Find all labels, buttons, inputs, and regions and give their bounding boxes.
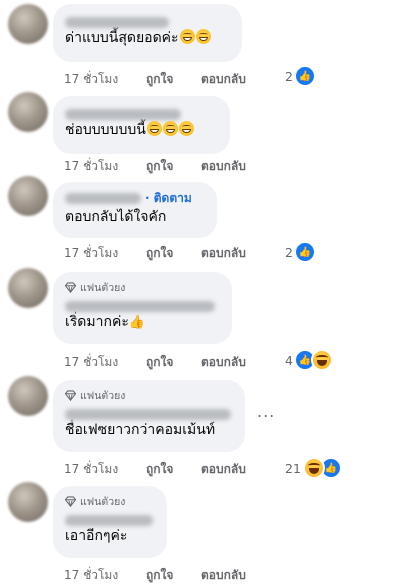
comment-text: ตอบกลับได้ใจคัก — [65, 209, 167, 225]
avatar[interactable] — [8, 376, 48, 416]
commenter-name-blurred[interactable] — [65, 409, 231, 420]
grin-emoji — [146, 121, 162, 136]
comment-bubble: ด่าแบบนี้สุดยอดค่ะ — [53, 4, 242, 62]
comment-actions: 17 ชั่วโมง ถูกใจ ตอบกลับ — [64, 566, 246, 585]
comment-text: ด่าแบบนี้สุดยอดค่ะ — [65, 28, 230, 48]
like-button[interactable]: ถูกใจ — [146, 460, 201, 479]
timestamp[interactable]: 17 ชั่วโมง — [64, 70, 146, 89]
grin-emoji — [179, 29, 195, 44]
top-fan-badge: แฟนตัวยง — [65, 494, 155, 508]
timestamp[interactable]: 17 ชั่วโมง — [64, 353, 146, 372]
comment-actions: 17 ชั่วโมง ถูกใจ ตอบกลับ — [64, 244, 246, 263]
badge-label: แฟนตัวยง — [80, 495, 126, 508]
more-options-button[interactable]: ... — [257, 402, 275, 421]
reply-button[interactable]: ตอบกลับ — [201, 353, 246, 372]
commenter-name-blurred[interactable] — [65, 109, 181, 120]
reaction-count: 4 — [285, 352, 293, 368]
reaction-count: 2 — [285, 244, 293, 260]
commenter-name-blurred[interactable] — [65, 515, 153, 526]
timestamp[interactable]: 17 ชั่วโมง — [64, 157, 146, 176]
avatar[interactable] — [8, 92, 48, 132]
reply-button[interactable]: ตอบกลับ — [201, 70, 246, 89]
reaction-summary[interactable]: 2 👍 — [285, 65, 316, 87]
badge-label: แฟนตัวยง — [80, 281, 126, 294]
timestamp[interactable]: 17 ชั่วโมง — [64, 460, 146, 479]
comment-actions: 17 ชั่วโมง ถูกใจ ตอบกลับ — [64, 460, 246, 479]
comment-bubble: · ติดตาม ตอบกลับได้ใจคัก — [53, 182, 217, 238]
grin-emoji — [178, 121, 194, 136]
thumbs-up-icon: 👍 — [293, 65, 316, 87]
reply-button[interactable]: ตอบกลับ — [201, 460, 246, 479]
diamond-icon — [65, 389, 76, 401]
reaction-count: 2 — [285, 68, 293, 84]
reply-button[interactable]: ตอบกลับ — [201, 157, 246, 176]
comment-bubble: แฟนตัวยง เอาอีกๆค่ะ — [53, 486, 167, 558]
haha-icon — [310, 349, 333, 371]
top-fan-badge: แฟนตัวยง — [65, 280, 220, 294]
comment-actions: 17 ชั่วโมง ถูกใจ ตอบกลับ — [64, 353, 246, 372]
comment-bubble: แฟนตัวยง ชื่อเฟซยาวกว่าคอมเม้นท์ — [53, 380, 245, 452]
commenter-name-blurred[interactable] — [65, 193, 141, 204]
comment-bubble: ช่อบบบบบบนี้ — [53, 96, 230, 154]
avatar[interactable] — [8, 4, 48, 44]
avatar[interactable] — [8, 482, 48, 522]
badge-label: แฟนตัวยง — [80, 389, 126, 402]
thumbs-up-icon: 👍 — [293, 241, 316, 263]
like-button[interactable]: ถูกใจ — [146, 70, 201, 89]
comment-actions: 17 ชั่วโมง ถูกใจ ตอบกลับ — [64, 157, 246, 176]
commenter-name-blurred[interactable] — [65, 17, 169, 28]
comment-text: เอาอีกๆค่ะ — [65, 528, 128, 544]
comment-bubble: แฟนตัวยง เริ่ดมากค่ะ👍 — [53, 272, 232, 344]
like-button[interactable]: ถูกใจ — [146, 353, 201, 372]
comment-text: ช่อบบบบบบนี้ — [65, 120, 218, 140]
diamond-icon — [65, 281, 76, 293]
like-button[interactable]: ถูกใจ — [146, 157, 201, 176]
timestamp[interactable]: 17 ชั่วโมง — [64, 244, 146, 263]
grin-emoji — [162, 121, 178, 136]
follow-link[interactable]: · ติดตาม — [145, 189, 192, 208]
haha-icon — [302, 457, 325, 479]
timestamp[interactable]: 17 ชั่วโมง — [64, 566, 146, 585]
reaction-count: 21 — [285, 460, 301, 476]
thumbs-up-emoji: 👍 — [128, 315, 146, 330]
grin-emoji — [195, 29, 211, 44]
like-button[interactable]: ถูกใจ — [146, 244, 201, 263]
comment-text: ชื่อเฟซยาวกว่าคอมเม้นท์ — [65, 422, 216, 438]
reaction-summary[interactable]: 2 👍 — [285, 241, 316, 263]
reply-button[interactable]: ตอบกลับ — [201, 566, 246, 585]
comment-actions: 17 ชั่วโมง ถูกใจ ตอบกลับ — [64, 70, 246, 89]
avatar[interactable] — [8, 268, 48, 308]
reaction-summary[interactable]: 21 👍 — [285, 457, 342, 479]
avatar[interactable] — [8, 176, 48, 216]
like-button[interactable]: ถูกใจ — [146, 566, 201, 585]
comment-text: เริ่ดมากค่ะ👍 — [65, 314, 146, 330]
diamond-icon — [65, 495, 76, 507]
commenter-name-blurred[interactable] — [65, 301, 215, 312]
reaction-summary[interactable]: 4 👍 — [285, 349, 333, 371]
top-fan-badge: แฟนตัวยง — [65, 388, 233, 402]
reply-button[interactable]: ตอบกลับ — [201, 244, 246, 263]
